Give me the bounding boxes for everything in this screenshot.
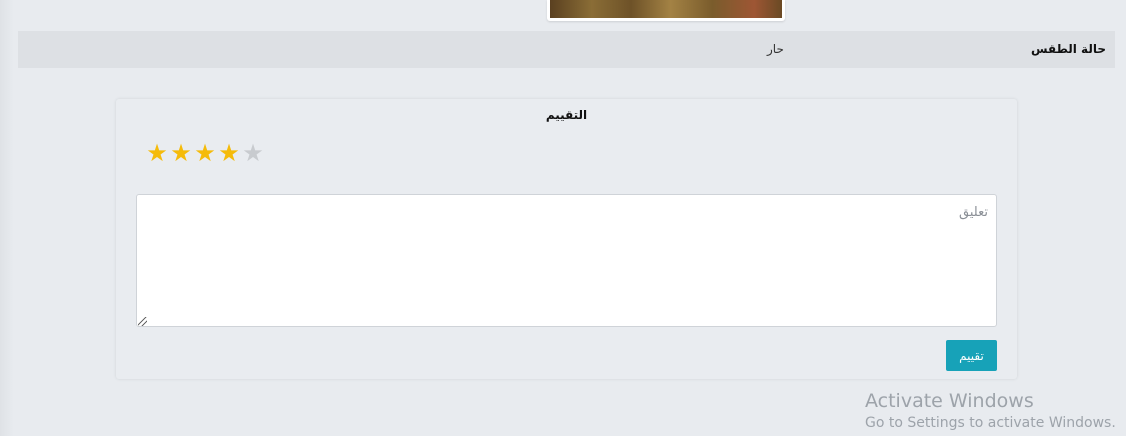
scroll-gutter [0,0,14,436]
activation-watermark: Activate Windows Go to Settings to activ… [865,389,1116,433]
star-empty-icon[interactable]: ★ [241,141,265,165]
comment-input[interactable] [136,194,997,327]
page: حالة الطقس حار التقييم ★★★★★ تقييم Activ… [0,0,1126,436]
resize-handle-icon[interactable] [138,317,147,326]
star-filled-icon[interactable]: ★ [217,141,241,165]
star-filled-icon[interactable]: ★ [193,141,217,165]
landscape-image [550,0,782,18]
weather-info-row: حالة الطقس حار [18,31,1115,68]
star-filled-icon[interactable]: ★ [169,141,193,165]
watermark-title: Activate Windows [865,390,1034,412]
submit-rating-button[interactable]: تقييم [946,340,997,371]
weather-value: حار [767,42,784,56]
rating-title: التقييم [545,108,588,122]
watermark-subtitle: Go to Settings to activate Windows. [865,415,1116,431]
star-rating[interactable]: ★ ★ ★ ★ ★ [145,141,265,165]
star-filled-icon[interactable]: ★ [145,141,169,165]
weather-label: حالة الطقس [1030,42,1106,56]
destination-photo [547,0,785,21]
rating-card: التقييم ★★★★★ تقييم [116,99,1017,379]
